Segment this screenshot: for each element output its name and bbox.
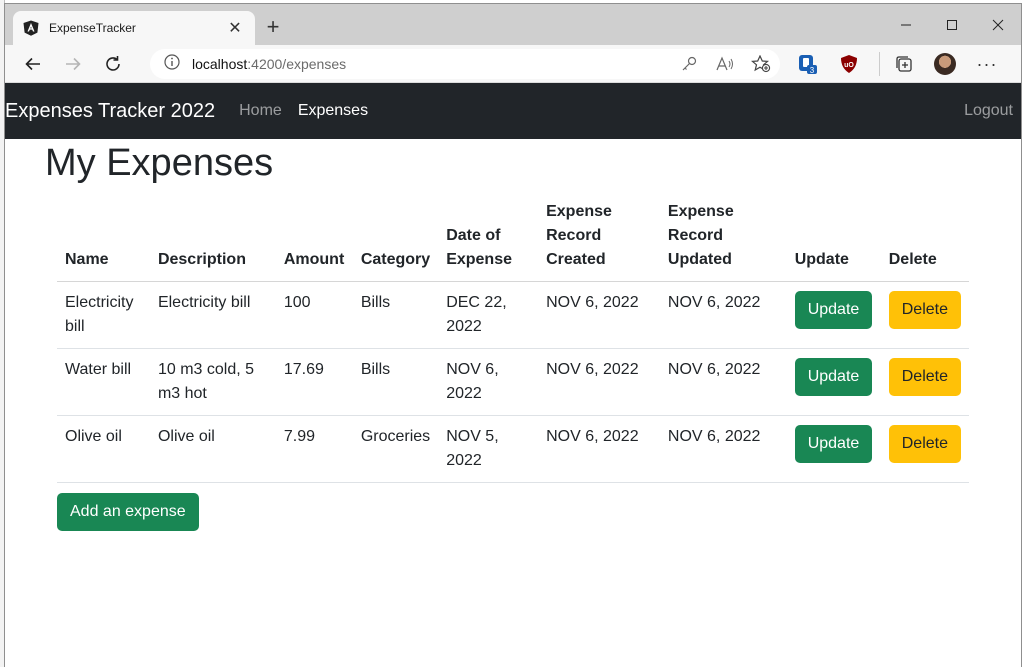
collections-icon[interactable] — [879, 52, 915, 76]
delete-button[interactable]: Delete — [888, 425, 961, 463]
tab-close-icon[interactable]: ✕ — [225, 18, 245, 38]
browser-window: ExpenseTracker ✕ + localhost:4200/expens… — [4, 3, 1022, 667]
url-host: localhost — [192, 56, 248, 72]
browser-tab[interactable]: ExpenseTracker ✕ — [13, 11, 255, 45]
maximize-icon[interactable] — [929, 4, 975, 45]
extension-badge: 3 — [810, 66, 815, 75]
cell-update: Update — [786, 415, 881, 483]
add-expense-button[interactable]: Add an expense — [57, 493, 199, 531]
add-favorite-icon[interactable] — [750, 53, 772, 75]
bitwarden-extension-icon[interactable]: 3 — [795, 52, 819, 76]
browser-toolbar: localhost:4200/expenses 3 uO ··· — [5, 45, 1021, 83]
cell-delete: Delete — [880, 348, 969, 416]
cell-delete: Delete — [880, 415, 969, 483]
update-button[interactable]: Update — [794, 425, 873, 463]
header-category: Category — [352, 200, 439, 282]
update-button[interactable]: Update — [794, 291, 873, 329]
header-update: Update — [786, 200, 881, 282]
read-aloud-icon[interactable] — [714, 53, 736, 75]
header-name: Name — [57, 200, 150, 282]
cell-amount: 17.69 — [275, 348, 353, 416]
ublock-shield-icon[interactable]: uO — [837, 52, 861, 76]
cell-amount: 100 — [275, 281, 353, 349]
cell-name: Electricity bill — [57, 281, 150, 349]
cell-created: NOV 6, 2022 — [538, 415, 660, 483]
cell-description: 10 m3 cold, 5 m3 hot — [149, 348, 276, 416]
cell-category: Bills — [352, 281, 439, 349]
cell-date: DEC 22, 2022 — [438, 281, 539, 349]
page-title: My Expenses — [45, 142, 274, 184]
url-path: :4200/expenses — [247, 56, 347, 72]
app-navbar: Expenses Tracker 2022 Home Expenses Logo… — [5, 83, 1021, 139]
info-icon[interactable] — [164, 53, 180, 75]
delete-button[interactable]: Delete — [888, 291, 961, 329]
url-text: localhost:4200/expenses — [192, 56, 346, 72]
cell-category: Groceries — [352, 415, 439, 483]
table-row: Water bill 10 m3 cold, 5 m3 hot 17.69 Bi… — [57, 348, 969, 416]
cell-update: Update — [786, 281, 881, 349]
header-amount: Amount — [275, 200, 353, 282]
back-icon[interactable] — [13, 45, 53, 83]
cell-category: Bills — [352, 348, 439, 416]
window-controls — [883, 4, 1021, 45]
forward-icon[interactable] — [53, 45, 93, 83]
cell-amount: 7.99 — [275, 415, 353, 483]
address-bar[interactable]: localhost:4200/expenses — [150, 49, 780, 79]
logout-link[interactable]: Logout — [964, 83, 1013, 139]
cell-delete: Delete — [880, 281, 969, 349]
cell-date: NOV 5, 2022 — [438, 415, 539, 483]
angular-icon — [23, 20, 39, 36]
cell-created: NOV 6, 2022 — [538, 281, 660, 349]
profile-avatar[interactable] — [933, 52, 957, 76]
cell-name: Water bill — [57, 348, 150, 416]
svg-text:uO: uO — [844, 62, 854, 69]
minimize-icon[interactable] — [883, 4, 929, 45]
cell-updated: NOV 6, 2022 — [659, 281, 787, 349]
extensions-area: 3 uO ··· — [795, 45, 999, 83]
refresh-icon[interactable] — [93, 45, 133, 83]
cell-updated: NOV 6, 2022 — [659, 348, 787, 416]
cell-update: Update — [786, 348, 881, 416]
key-icon[interactable] — [678, 53, 700, 75]
table-row: Electricity bill Electricity bill 100 Bi… — [57, 281, 969, 349]
more-options-icon[interactable]: ··· — [975, 52, 999, 76]
tab-strip: ExpenseTracker ✕ + — [5, 4, 1021, 45]
update-button[interactable]: Update — [794, 358, 873, 396]
cell-description: Electricity bill — [149, 281, 276, 349]
cell-description: Olive oil — [149, 415, 276, 483]
cell-created: NOV 6, 2022 — [538, 348, 660, 416]
header-date: Date of Expense — [438, 200, 539, 282]
table-header-row: Name Description Amount Category Date of… — [57, 200, 969, 282]
tab-title: ExpenseTracker — [49, 21, 136, 35]
header-description: Description — [149, 200, 276, 282]
new-tab-icon[interactable]: + — [260, 15, 286, 41]
nav-link-expenses[interactable]: Expenses — [298, 102, 368, 120]
nav-link-home[interactable]: Home — [239, 102, 282, 120]
cell-name: Olive oil — [57, 415, 150, 483]
table-row: Olive oil Olive oil 7.99 Groceries NOV 5… — [57, 415, 969, 483]
cell-date: NOV 6, 2022 — [438, 348, 539, 416]
delete-button[interactable]: Delete — [888, 358, 961, 396]
cell-updated: NOV 6, 2022 — [659, 415, 787, 483]
expenses-table: Name Description Amount Category Date of… — [57, 200, 969, 483]
header-updated: Expense Record Updated — [659, 200, 787, 282]
close-window-icon[interactable] — [975, 4, 1021, 45]
header-delete: Delete — [880, 200, 969, 282]
header-created: Expense Record Created — [538, 200, 660, 282]
navbar-brand[interactable]: Expenses Tracker 2022 — [5, 100, 215, 123]
